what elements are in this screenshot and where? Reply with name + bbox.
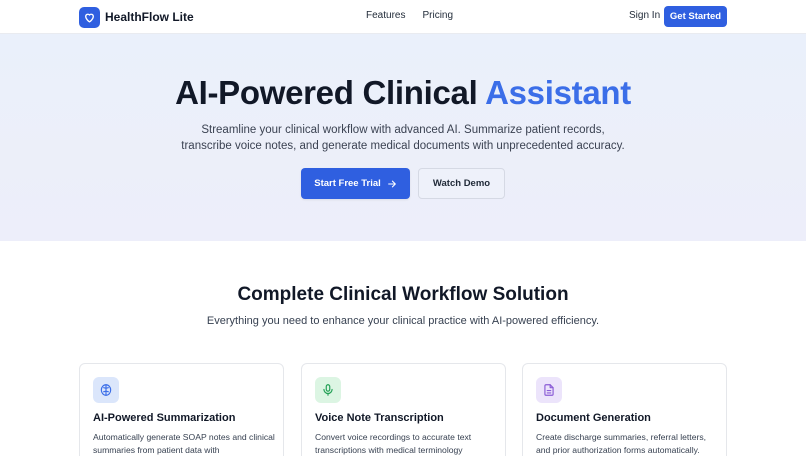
sign-in-link[interactable]: Sign In: [629, 10, 660, 21]
hero-title-accent: Assistant: [485, 74, 631, 111]
hero-title-main: AI-Powered Clinical: [175, 74, 486, 111]
brain-icon: [93, 377, 119, 403]
start-free-trial-label: Start Free Trial: [314, 178, 381, 189]
watch-demo-button[interactable]: Watch Demo: [418, 168, 505, 199]
hero-subtitle-line-2: transcribe voice notes, and generate med…: [181, 140, 625, 152]
feature-card-transcription: Voice Note Transcription Convert voice r…: [301, 363, 506, 456]
nav-link-features[interactable]: Features: [366, 10, 405, 21]
heart-logo-icon: [79, 6, 100, 28]
feature-card-description: Automatically generate SOAP notes and cl…: [93, 432, 275, 455]
hero-title: AI-Powered Clinical Assistant: [0, 74, 806, 112]
feature-card-title: Voice Note Transcription: [315, 412, 444, 424]
document-icon: [536, 377, 562, 403]
feature-card-summarization: AI-Powered Summarization Automatically g…: [79, 363, 284, 456]
feature-card-title: Document Generation: [536, 412, 651, 424]
feature-card-title: AI-Powered Summarization: [93, 412, 236, 424]
nav-link-pricing[interactable]: Pricing: [422, 10, 453, 21]
brand[interactable]: HealthFlow Lite: [79, 6, 194, 28]
hero-section: AI-Powered Clinical Assistant Streamline…: [0, 34, 806, 241]
get-started-button[interactable]: Get Started: [664, 6, 727, 27]
top-navbar: HealthFlow Lite Features Pricing Sign In…: [0, 0, 806, 34]
start-free-trial-button[interactable]: Start Free Trial: [301, 168, 410, 199]
hero-subtitle-line-1: Streamline your clinical workflow with a…: [201, 124, 605, 136]
feature-card-description: Convert voice recordings to accurate tex…: [315, 432, 472, 455]
arrow-right-icon: [387, 180, 396, 187]
brand-name: HealthFlow Lite: [105, 10, 194, 24]
nav-links: Features Pricing: [366, 10, 453, 21]
features-title: Complete Clinical Workflow Solution: [237, 284, 569, 305]
feature-card-document-generation: Document Generation Create discharge sum…: [522, 363, 727, 456]
microphone-icon: [315, 377, 341, 403]
feature-card-description: Create discharge summaries, referral let…: [536, 432, 707, 455]
features-subtitle: Everything you need to enhance your clin…: [206, 315, 600, 327]
hero-subtitle: Streamline your clinical workflow with a…: [0, 122, 806, 154]
